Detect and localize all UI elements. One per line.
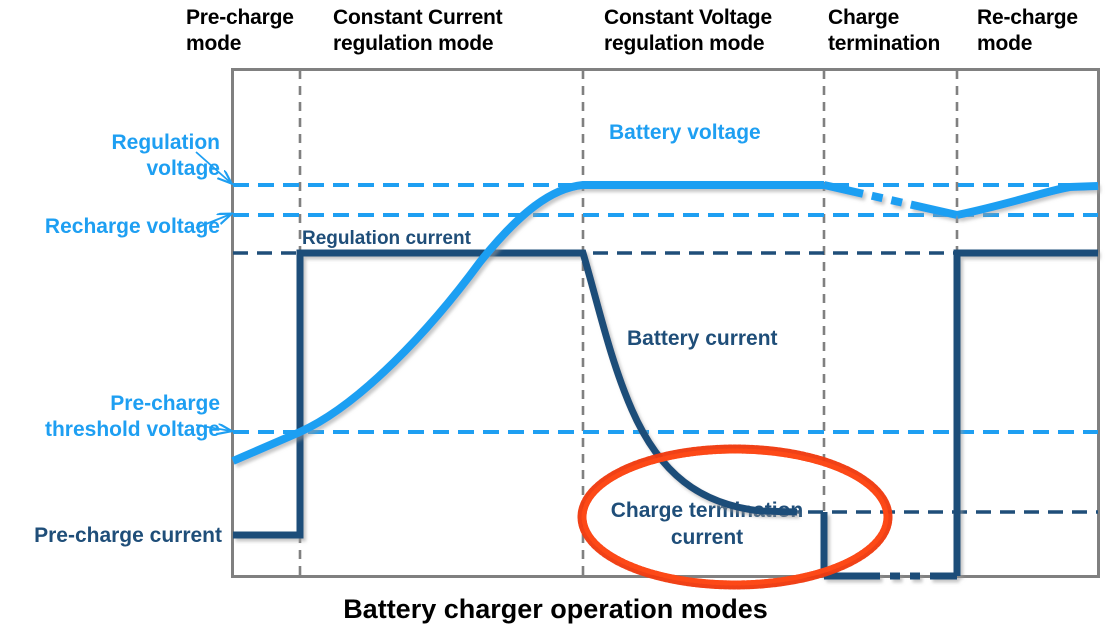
- mode-label-charge-termination: Charge termination: [828, 6, 941, 55]
- mode-label-constant-current: Constant Current regulation mode: [333, 6, 503, 55]
- label-charge-termination-current: Charge termination current: [610, 499, 804, 549]
- leader-arrows: [195, 151, 231, 431]
- diagram-canvas: Pre-charge mode Constant Current regulat…: [0, 0, 1111, 642]
- label-precharge-threshold-voltage: Pre-charge threshold voltage: [44, 392, 220, 441]
- label-regulation-current: Regulation current: [302, 228, 471, 249]
- label-precharge-current: Pre-charge current: [34, 524, 222, 547]
- mode-label-pre-charge: Pre-charge mode: [186, 6, 294, 55]
- label-battery-current: Battery current: [627, 327, 778, 350]
- label-regulation-voltage: Regulation voltage: [111, 131, 221, 180]
- label-recharge-voltage: Recharge voltage: [44, 215, 220, 238]
- mode-label-constant-voltage: Constant Voltage regulation mode: [604, 6, 772, 55]
- label-battery-voltage: Battery voltage: [609, 121, 761, 144]
- mode-label-re-charge: Re-charge mode: [977, 6, 1078, 55]
- page-title: Battery charger operation modes: [343, 594, 768, 624]
